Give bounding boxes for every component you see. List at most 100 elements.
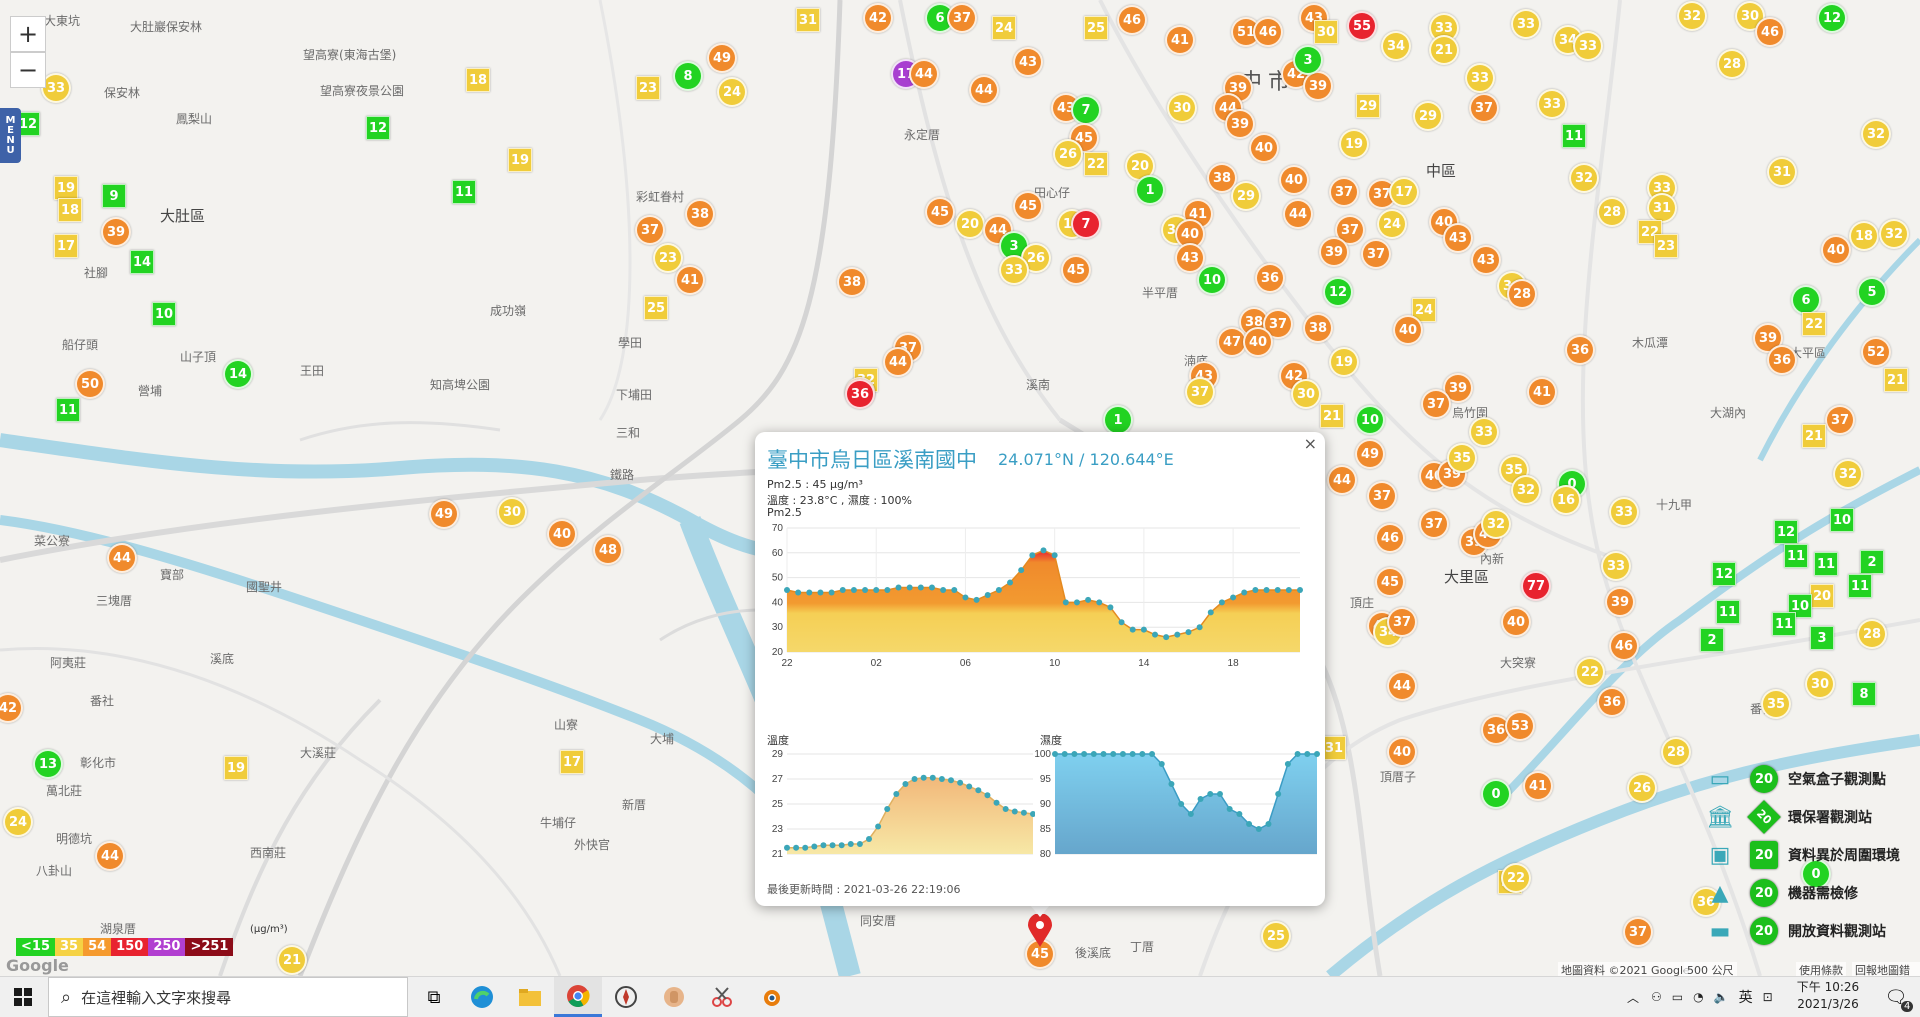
airbox-marker[interactable]: 10 [1355, 405, 1385, 435]
airbox-marker[interactable]: 37 [1825, 405, 1855, 435]
airbox-marker[interactable]: 25 [1261, 921, 1291, 951]
airbox-marker[interactable]: 40 [1279, 165, 1309, 195]
airbox-marker[interactable]: 29 [1231, 181, 1261, 211]
notification-center-button[interactable]: 🗨 4 [1876, 977, 1916, 1017]
airbox-marker[interactable]: 55 [1347, 11, 1377, 41]
airbox-marker[interactable]: 33 [1537, 89, 1567, 119]
airbox-marker[interactable]: 44 [1387, 671, 1417, 701]
airbox-marker[interactable]: 37 [1419, 509, 1449, 539]
station-marker[interactable]: 2 [1700, 628, 1724, 652]
airbox-marker[interactable]: 46 [1755, 17, 1785, 47]
airbox-marker[interactable]: 37 [947, 3, 977, 33]
airbox-marker[interactable]: 7 [1071, 95, 1101, 125]
station-marker[interactable]: 23 [636, 76, 660, 100]
station-marker[interactable]: 21 [1320, 404, 1344, 428]
airbox-marker[interactable]: 43 [1443, 223, 1473, 253]
airbox-marker[interactable]: 17 [1389, 177, 1419, 207]
airbox-marker[interactable]: 36 [1597, 687, 1627, 717]
popup-close-button[interactable]: × [1304, 434, 1317, 453]
station-marker[interactable]: 21 [1802, 424, 1826, 448]
airbox-marker[interactable]: 1 [1135, 175, 1165, 205]
airbox-marker[interactable]: 24 [3, 807, 33, 837]
station-marker[interactable]: 24 [992, 16, 1016, 40]
airbox-marker[interactable]: 37 [1387, 607, 1417, 637]
start-button[interactable] [0, 977, 46, 1017]
airbox-marker[interactable]: 21 [277, 945, 307, 975]
airbox-marker[interactable]: 39 [1303, 71, 1333, 101]
station-marker[interactable]: 17 [560, 750, 584, 774]
airbox-marker[interactable]: 19 [1339, 129, 1369, 159]
airbox-marker[interactable]: 38 [685, 199, 715, 229]
airbox-marker[interactable]: 39 [101, 217, 131, 247]
selected-location-pin-icon[interactable] [1026, 914, 1054, 948]
station-marker[interactable]: 9 [102, 184, 126, 208]
airbox-marker[interactable]: 30 [1805, 669, 1835, 699]
station-marker[interactable]: 11 [1814, 552, 1838, 576]
airbox-marker[interactable]: 31 [1647, 193, 1677, 223]
airbox-marker[interactable]: 7 [1071, 209, 1101, 239]
airbox-marker[interactable]: 33 [1469, 417, 1499, 447]
airbox-marker[interactable]: 36 [1565, 335, 1595, 365]
station-marker[interactable]: 11 [1772, 612, 1796, 636]
airbox-marker[interactable]: 40 [1243, 327, 1273, 357]
airbox-marker[interactable]: 44 [1327, 465, 1357, 495]
airbox-marker[interactable]: 3 [1293, 45, 1323, 75]
airbox-marker[interactable]: 49 [1355, 439, 1385, 469]
station-marker[interactable]: 18 [58, 198, 82, 222]
airbox-marker[interactable]: 29 [1413, 101, 1443, 131]
airbox-marker[interactable]: 8 [673, 61, 703, 91]
airbox-marker[interactable]: 39 [1225, 109, 1255, 139]
airbox-marker[interactable]: 28 [1507, 279, 1537, 309]
airbox-marker[interactable]: 46 [1375, 523, 1405, 553]
airbox-marker[interactable]: 32 [1677, 1, 1707, 31]
airbox-marker[interactable]: 30 [497, 497, 527, 527]
station-marker[interactable]: 11 [452, 180, 476, 204]
station-marker[interactable]: 11 [56, 398, 80, 422]
station-marker[interactable]: 11 [1848, 574, 1872, 598]
airbox-marker[interactable]: 16 [1551, 485, 1581, 515]
station-marker[interactable]: 22 [1802, 312, 1826, 336]
taskbar-search-box[interactable]: ⌕ 在這裡輸入文字來搜尋 [48, 977, 408, 1017]
station-marker[interactable]: 11 [1716, 600, 1740, 624]
airbox-marker[interactable]: 38 [837, 267, 867, 297]
airbox-marker[interactable]: 40 [1821, 235, 1851, 265]
airbox-marker[interactable]: 45 [1061, 255, 1091, 285]
zoom-in-button[interactable]: + [10, 16, 46, 52]
airbox-marker[interactable]: 35 [1447, 443, 1477, 473]
station-marker[interactable]: 31 [796, 8, 820, 32]
airbox-marker[interactable]: 32 [1569, 163, 1599, 193]
airbox-marker[interactable]: 26 [1053, 139, 1083, 169]
airbox-marker[interactable]: 32 [1861, 119, 1891, 149]
station-marker[interactable]: 19 [508, 148, 532, 172]
station-marker[interactable]: 20 [1810, 584, 1834, 608]
airbox-marker[interactable]: 12 [1323, 277, 1353, 307]
edge-browser-icon[interactable] [458, 977, 506, 1017]
airbox-marker[interactable]: 24 [1377, 209, 1407, 239]
airbox-marker[interactable]: 39 [1605, 587, 1635, 617]
airbox-marker[interactable]: 43 [1013, 47, 1043, 77]
airbox-marker[interactable]: 40 [1501, 607, 1531, 637]
battery-icon[interactable]: ▭ [1672, 990, 1683, 1004]
airbox-marker[interactable]: 31 [1767, 157, 1797, 187]
airbox-marker[interactable]: 40 [547, 519, 577, 549]
station-marker[interactable]: 23 [1654, 234, 1678, 258]
airbox-marker[interactable]: 44 [1283, 199, 1313, 229]
station-marker[interactable]: 11 [1562, 124, 1586, 148]
airbox-marker[interactable]: 33 [1511, 9, 1541, 39]
airbox-marker[interactable]: 37 [635, 215, 665, 245]
blender-icon[interactable] [746, 977, 794, 1017]
airbox-marker[interactable]: 39 [1319, 237, 1349, 267]
airbox-marker[interactable]: 41 [1523, 771, 1553, 801]
airbox-marker[interactable]: 77 [1521, 571, 1551, 601]
station-marker[interactable]: 29 [1356, 94, 1380, 118]
airbox-marker[interactable]: 34 [1381, 31, 1411, 61]
airbox-marker[interactable]: 45 [1375, 567, 1405, 597]
airbox-marker[interactable]: 35 [1761, 689, 1791, 719]
station-marker[interactable]: 17 [54, 234, 78, 258]
airbox-marker[interactable]: 21 [1429, 35, 1459, 65]
airbox-marker[interactable]: 41 [1165, 25, 1195, 55]
people-icon[interactable]: ⚇ [1651, 990, 1662, 1004]
airbox-marker[interactable]: 18 [1849, 221, 1879, 251]
airbox-marker[interactable]: 30 [1167, 93, 1197, 123]
airbox-marker[interactable]: 33 [1573, 31, 1603, 61]
